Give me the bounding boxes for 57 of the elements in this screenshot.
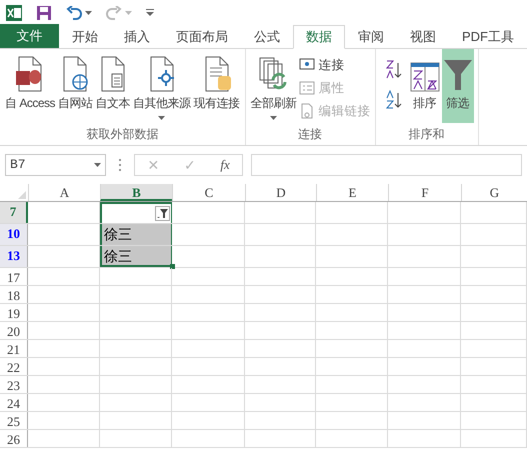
column-header[interactable]: C — [172, 184, 245, 201]
column-header[interactable]: B — [100, 184, 172, 201]
group-label: 获取外部数据 — [85, 126, 160, 143]
ribbon-small-button[interactable]: 连接 — [298, 55, 371, 75]
undo-icon[interactable] — [66, 6, 82, 20]
insert-function-button[interactable]: fx — [220, 155, 230, 175]
save-icon[interactable] — [36, 4, 52, 20]
column-header[interactable]: E — [316, 184, 388, 201]
fill-handle[interactable] — [170, 264, 175, 269]
caret-icon — [125, 10, 132, 14]
caret-icon — [85, 10, 92, 14]
row-header[interactable]: 7 — [0, 202, 28, 223]
sort-icon — [410, 62, 440, 92]
row-header[interactable]: 10 — [0, 224, 28, 245]
column-header[interactable]: F — [388, 184, 461, 201]
ribbon-button[interactable]: 全部刷新 — [250, 49, 298, 123]
filter-icon — [157, 209, 168, 218]
caret-icon — [94, 163, 101, 167]
ribbon-button[interactable]: 排序 — [408, 49, 441, 123]
ribbon-button[interactable]: 现有连接 — [192, 49, 241, 123]
ribbon-tab[interactable]: 页面布局 — [163, 25, 241, 49]
ribbon-tab[interactable]: 开始 — [59, 25, 111, 49]
cell-reference: B7 — [10, 156, 26, 174]
column-header[interactable]: D — [245, 184, 316, 201]
table-cell: 徐三 — [100, 224, 172, 245]
file-tab[interactable]: 文件 — [0, 24, 59, 48]
ribbon-tab[interactable]: 审阅 — [345, 25, 397, 49]
customize-toolbar-icon[interactable] — [146, 9, 154, 16]
corner-triangle-icon — [18, 191, 26, 199]
ribbon-button[interactable]: 自网站 — [57, 49, 94, 123]
caret-icon — [270, 116, 278, 120]
ribbon-button[interactable]: 自文本 — [94, 49, 132, 123]
properties-icon — [298, 81, 315, 95]
sort-ascending-icon[interactable] — [386, 59, 402, 79]
ribbon-tab[interactable]: 视图 — [397, 25, 449, 49]
ribbon-tab[interactable]: PDF工具 — [449, 25, 527, 49]
table-cell: 徐三 — [100, 246, 172, 267]
ribbon-tab[interactable]: 公式 — [241, 25, 293, 49]
formula-input[interactable] — [251, 154, 522, 176]
ribbon-button[interactable]: 自 Access — [4, 49, 56, 123]
ribbon-tab[interactable]: 数据 — [293, 25, 345, 49]
column-header[interactable]: G — [461, 184, 527, 201]
connection-icon — [298, 58, 315, 72]
group-label: 连接 — [297, 126, 324, 143]
caret-icon — [158, 116, 166, 120]
row-header[interactable]: 13 — [0, 246, 28, 267]
spreadsheet-app-icon[interactable] — [6, 4, 22, 20]
grip-icon — [118, 158, 122, 172]
filter-dropdown-button[interactable] — [155, 206, 170, 221]
group-label: 排序和 — [408, 126, 446, 143]
ribbon-button[interactable]: 筛选 — [442, 49, 474, 123]
name-box[interactable]: B7 — [5, 154, 106, 176]
sort-descending-icon[interactable] — [386, 89, 402, 109]
document-link-icon — [298, 103, 315, 119]
ribbon-button[interactable]: 自其他来源 — [132, 49, 192, 123]
filter-icon — [442, 58, 473, 92]
ribbon-tab[interactable]: 插入 — [111, 25, 163, 49]
